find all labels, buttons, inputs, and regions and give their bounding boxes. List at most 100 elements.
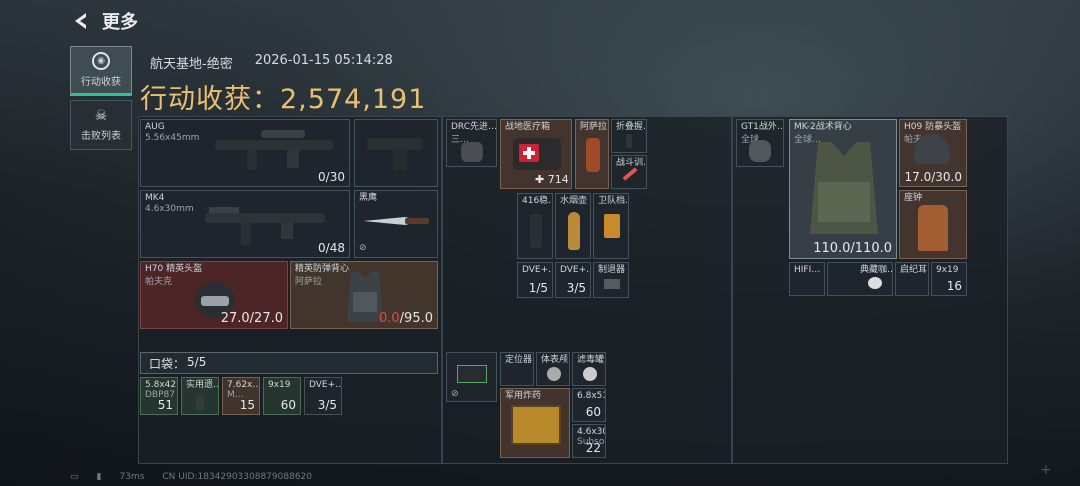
weapon-slot-aug[interactable]: AUG 5.56x45mm 0/30	[140, 119, 350, 187]
bag-item[interactable]: 阿萨拉…	[575, 119, 609, 189]
weapon-name: AUG	[145, 122, 165, 132]
item-name: 9x19	[936, 265, 959, 275]
item-name: 卫队档…	[598, 196, 628, 206]
item-name: HIFI…	[794, 265, 821, 275]
melee-name: 黑鹰	[359, 193, 378, 203]
weapon-name: MK4	[145, 193, 165, 203]
item-name: 典藏咖…	[860, 265, 893, 275]
gear-item[interactable]: 9x19 16	[931, 262, 967, 296]
helmet-durability: 27.0/27.0	[220, 311, 283, 326]
item-name: 启纪耳…	[900, 265, 928, 275]
status-bar: ▭ ▮ 73ms CN UID:18342903308879088620	[70, 472, 312, 482]
gear-item[interactable]: GT1战外… 全球…	[736, 119, 784, 167]
pocket-item[interactable]: 5.8x42 DBP87 51	[140, 377, 178, 415]
crosshair-icon: +	[1040, 462, 1052, 478]
tab-loot-label: 行动收获	[81, 77, 121, 88]
helmet-slot[interactable]: H70 精英头盔 帕夫克 27.0/27.0	[140, 261, 288, 329]
pocket-label: 口袋：	[149, 357, 186, 371]
explosive-icon	[511, 405, 561, 445]
gear-item[interactable]: 启纪耳…	[895, 262, 929, 296]
bag-item[interactable]: 制退器	[593, 262, 629, 298]
bag-item[interactable]: DVE+… 1/5	[517, 262, 553, 298]
item-name: 4.6x30	[577, 427, 606, 437]
tactical-vest-icon	[810, 142, 878, 234]
battery-icon: ▭	[70, 472, 79, 482]
item-count: 1/5	[528, 281, 548, 295]
bag-item[interactable]: 体表颅…	[536, 352, 570, 386]
unavailable-icon: ⊘	[451, 389, 459, 399]
secondary-slot[interactable]	[354, 119, 438, 187]
lantern-icon	[586, 138, 600, 172]
bag-item[interactable]: 战地医疗箱 ✚ 714	[500, 119, 572, 189]
tab-loot[interactable]: ◉ 行动收获	[70, 46, 132, 96]
filter-icon	[583, 367, 597, 381]
item-name: 折叠握…	[616, 122, 646, 132]
vest-name: 精英防弹背心	[295, 264, 350, 274]
loot-value-label: 行动收获：	[140, 84, 280, 115]
back-button[interactable]: 更多	[70, 8, 138, 34]
syringe-icon	[622, 167, 638, 181]
weapon-ammo-count: 0/30	[318, 170, 345, 184]
bag-item[interactable]: DRC先进… 三…	[446, 119, 497, 167]
tab-kills-label: 击败列表	[81, 131, 121, 142]
bag-item[interactable]: 折叠握…	[611, 119, 647, 153]
item-count: 22	[585, 441, 601, 455]
loot-value: 2,574,191	[280, 84, 427, 115]
bag-item[interactable]: 卫队档…	[593, 193, 629, 259]
item-name: 实用遗…	[186, 380, 219, 390]
item-count: 3/5	[317, 398, 337, 412]
uid: CN UID:18342903308879088620	[162, 472, 312, 482]
item-name: 滤毒罐	[577, 355, 605, 365]
back-label: 更多	[102, 12, 138, 33]
bag-item[interactable]: DVE+… 3/5	[555, 262, 591, 298]
plate-icon	[461, 142, 483, 162]
bag-item[interactable]: 滤毒罐	[572, 352, 606, 386]
item-name: 战地医疗箱	[505, 122, 551, 132]
item-name: 水烟壶	[560, 196, 588, 206]
bag-item[interactable]: 416稳…	[517, 193, 553, 259]
pocket-item[interactable]: 9x19 60	[263, 377, 301, 415]
medkit-icon	[513, 138, 561, 170]
weapon-ammo-count: 0/48	[318, 241, 345, 255]
bag-item[interactable]: 定位器	[500, 352, 534, 386]
bag-item[interactable]: 水烟壶	[555, 193, 591, 259]
gear-item[interactable]: HIFI…	[789, 262, 825, 296]
item-name: 军用炸药	[505, 391, 542, 401]
gear-item-helmet[interactable]: H09 防暴头盔 帕夫… 17.0/30.0	[899, 119, 967, 187]
raid-meta: 航天基地-绝密 2026-01-15 05:14:28	[150, 53, 393, 72]
map-name: 航天基地-绝密	[150, 57, 233, 72]
item-count: 51	[157, 398, 173, 412]
item-durability: 17.0/30.0	[904, 170, 962, 184]
pocket-header: 口袋： 5/5	[140, 352, 438, 374]
bag-item[interactable]: 军用炸药	[500, 388, 570, 458]
hookah-icon	[568, 212, 580, 250]
item-name: 416稳…	[522, 196, 552, 206]
weapon-slot-mk4[interactable]: MK4 4.6x30mm 0/48	[140, 190, 350, 258]
item-count: 60	[585, 405, 601, 419]
item-count: 3/5	[566, 281, 586, 295]
item-name: DVE+…	[560, 265, 590, 275]
vest-slot[interactable]: 精英防弹背心 阿萨拉 0.0/95.0	[290, 261, 438, 329]
gear-item[interactable]: 座钟	[899, 190, 967, 259]
bag-container-slot[interactable]: ⊘	[446, 352, 497, 402]
item-name: 座钟	[904, 193, 923, 203]
vest-durability-current: 0.0	[378, 311, 400, 326]
bag-item[interactable]: 战斗训…	[611, 155, 647, 189]
pocket-item[interactable]: 7.62x… M… 15	[222, 377, 260, 415]
weapon-ammo: 5.56x45mm	[145, 133, 200, 143]
pocket-item[interactable]: DVE+… 3/5	[304, 377, 342, 415]
melee-slot[interactable]: 黑鹰 ⊘	[354, 190, 438, 258]
bag-item[interactable]: 6.8x51 60	[572, 388, 606, 422]
bag-item[interactable]: 4.6x30 Subson… 22	[572, 424, 606, 458]
tab-kills[interactable]: ☠ 击败列表	[70, 100, 132, 150]
raid-datetime: 2026-01-15 05:14:28	[254, 53, 393, 68]
gear-item-rig[interactable]: MK-2战术背心 全球… 110.0/110.0	[789, 119, 897, 259]
skull-icon: ☠	[94, 108, 108, 124]
gear-item[interactable]: 典藏咖…	[827, 262, 893, 296]
dossier-icon	[604, 214, 620, 238]
pocket-item[interactable]: 实用遗…	[181, 377, 219, 415]
item-name: 体表颅…	[541, 355, 569, 365]
target-icon: ◉	[92, 52, 110, 70]
item-name: 制退器	[598, 265, 626, 275]
item-name: GT1战外…	[741, 122, 784, 132]
